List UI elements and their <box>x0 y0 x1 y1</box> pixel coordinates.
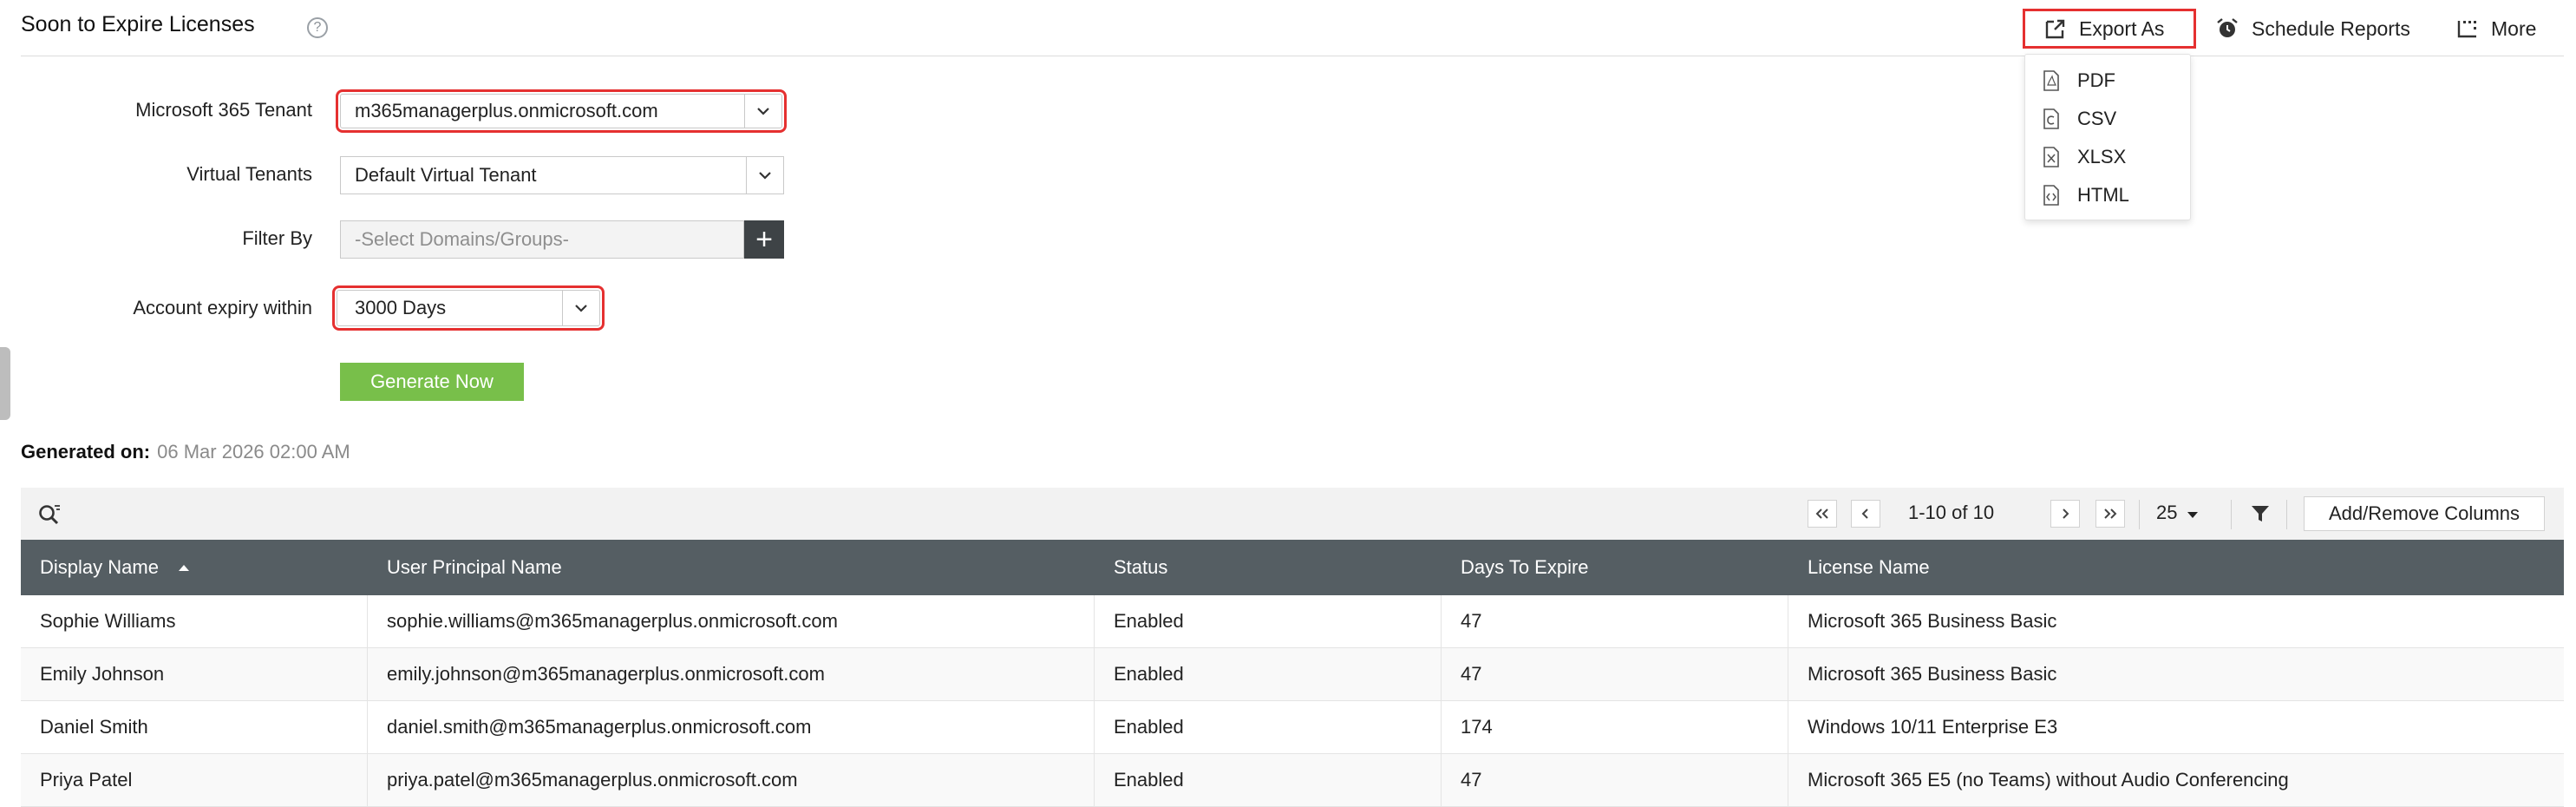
table-header: Display Name User Principal Name Status … <box>21 540 2564 595</box>
cell-display-name: Sophie Williams <box>21 595 368 647</box>
toolbar-separator <box>2231 500 2232 529</box>
tenant-label: Microsoft 365 Tenant <box>135 99 312 121</box>
cell-user-principal-name: daniel.smith@m365managerplus.onmicrosoft… <box>368 701 1095 753</box>
column-header-license-name[interactable]: License Name <box>1788 540 2564 595</box>
filter-by-label: Filter By <box>242 227 312 249</box>
tenant-select-value: m365managerplus.onmicrosoft.com <box>355 100 658 121</box>
cell-status: Enabled <box>1095 701 1442 753</box>
virtual-tenants-label: Virtual Tenants <box>186 163 312 185</box>
export-xlsx-label: XLSX <box>2077 146 2127 167</box>
export-xlsx-item[interactable]: XLSX <box>2043 141 2126 173</box>
export-html-item[interactable]: HTML <box>2043 180 2129 211</box>
column-header-user-principal-name[interactable]: User Principal Name <box>368 540 1095 595</box>
page-title: Soon to Expire Licenses <box>21 12 255 36</box>
double-chevron-left-icon <box>1815 508 1828 519</box>
column-header-status[interactable]: Status <box>1095 540 1442 595</box>
first-page-button[interactable] <box>1808 500 1837 528</box>
pdf-file-icon <box>2043 70 2059 91</box>
table-row[interactable]: Daniel Smith daniel.smith@m365managerplu… <box>21 701 2564 754</box>
cell-display-name: Emily Johnson <box>21 648 368 700</box>
cell-license-name: Microsoft 365 Business Basic <box>1808 610 2057 632</box>
add-remove-columns-button[interactable]: Add/Remove Columns <box>2304 496 2545 531</box>
help-icon[interactable]: ? <box>307 17 328 38</box>
cell-user-principal-name: emily.johnson@m365managerplus.onmicrosof… <box>368 648 1095 700</box>
filter-by-input[interactable]: -Select Domains/Groups- <box>340 220 744 259</box>
chevron-right-icon <box>2063 508 2069 519</box>
more-label: More <box>2491 16 2537 40</box>
toolbar-separator <box>2139 500 2140 529</box>
chevron-left-icon <box>1861 508 1868 519</box>
export-pdf-label: PDF <box>2077 69 2115 91</box>
page-size-value: 25 <box>2156 502 2178 523</box>
cell-days-to-expire: 174 <box>1442 701 1788 753</box>
column-header-display-name[interactable]: Display Name <box>21 540 368 595</box>
cell-user-principal-name: priya.patel@m365managerplus.onmicrosoft.… <box>368 754 1095 806</box>
account-expiry-value: 3000 Days <box>355 297 447 318</box>
generated-on: Generated on: 06 Mar 2026 02:00 AM <box>21 441 350 463</box>
account-expiry-select[interactable]: 3000 Days <box>332 285 605 331</box>
export-as-button[interactable]: Export As <box>2023 9 2196 49</box>
add-filter-button[interactable]: + <box>744 220 784 259</box>
more-button[interactable]: More <box>2456 9 2560 49</box>
cell-license-name: Microsoft 365 Business Basic <box>1808 663 2057 685</box>
cell-days-to-expire: 47 <box>1442 754 1788 806</box>
caret-down-icon <box>2187 512 2198 518</box>
schedule-reports-label: Schedule Reports <box>2252 16 2410 40</box>
cell-days-to-expire: 47 <box>1442 648 1788 700</box>
cell-display-name: Priya Patel <box>21 754 368 806</box>
html-file-icon <box>2043 185 2059 206</box>
filter-icon[interactable] <box>2250 503 2271 528</box>
export-pdf-item[interactable]: PDF <box>2043 65 2115 96</box>
page-size-select[interactable]: 25 <box>2156 502 2199 524</box>
export-as-label: Export As <box>2079 16 2165 40</box>
plus-icon: + <box>755 223 773 256</box>
last-page-button[interactable] <box>2095 500 2125 528</box>
cell-status: Enabled <box>1095 595 1442 647</box>
export-csv-item[interactable]: CSV <box>2043 103 2116 134</box>
cell-display-name: Daniel Smith <box>21 701 368 753</box>
export-csv-label: CSV <box>2077 108 2117 129</box>
cell-user-principal-name: sophie.williams@m365managerplus.onmicros… <box>368 595 1095 647</box>
xlsx-file-icon <box>2043 147 2059 167</box>
table-row[interactable]: Emily Johnson emily.johnson@m365managerp… <box>21 648 2564 701</box>
alarm-clock-icon <box>2217 18 2238 37</box>
cell-license-name: Microsoft 365 E5 (no Teams) without Audi… <box>1808 769 2289 791</box>
table-row[interactable]: Priya Patel priya.patel@m365managerplus.… <box>21 754 2564 807</box>
cell-status: Enabled <box>1095 648 1442 700</box>
generated-on-label: Generated on: <box>21 441 151 463</box>
chevron-down-icon <box>744 95 781 128</box>
export-dropdown-menu: PDF CSV XLSX HTML <box>2024 54 2191 220</box>
chevron-down-icon <box>562 291 599 325</box>
column-header-days-to-expire[interactable]: Days To Expire <box>1442 540 1788 595</box>
csv-file-icon <box>2043 108 2059 129</box>
table-toolbar: 1-10 of 10 25 Add/Remove Columns <box>21 488 2564 540</box>
cell-license-name: Windows 10/11 Enterprise E3 <box>1808 716 2058 738</box>
toolbar-separator <box>2286 500 2287 529</box>
more-icon <box>2457 21 2476 38</box>
virtual-tenants-select[interactable]: Default Virtual Tenant <box>340 156 784 194</box>
export-html-label: HTML <box>2077 184 2129 206</box>
generate-now-button[interactable]: Generate Now <box>340 363 524 401</box>
table-row[interactable]: Sophie Williams sophie.williams@m365mana… <box>21 595 2564 648</box>
export-icon <box>2045 19 2065 39</box>
schedule-reports-button[interactable]: Schedule Reports <box>2212 9 2429 49</box>
generated-on-value: 06 Mar 2026 02:00 AM <box>157 441 350 463</box>
tenant-select[interactable]: m365managerplus.onmicrosoft.com <box>336 89 787 133</box>
search-icon[interactable] <box>36 502 62 532</box>
virtual-tenants-value: Default Virtual Tenant <box>355 164 537 186</box>
sort-ascending-icon <box>178 565 189 571</box>
pagination-info: 1-10 of 10 <box>1908 502 1995 523</box>
double-chevron-right-icon <box>2104 508 2117 519</box>
previous-page-button[interactable] <box>1851 500 1880 528</box>
next-page-button[interactable] <box>2050 500 2080 528</box>
cell-days-to-expire: 47 <box>1442 595 1788 647</box>
cell-status: Enabled <box>1095 754 1442 806</box>
column-header-label: Display Name <box>40 556 159 578</box>
chevron-down-icon <box>746 157 783 194</box>
side-panel-handle[interactable] <box>0 347 10 420</box>
account-expiry-label: Account expiry within <box>133 297 312 318</box>
